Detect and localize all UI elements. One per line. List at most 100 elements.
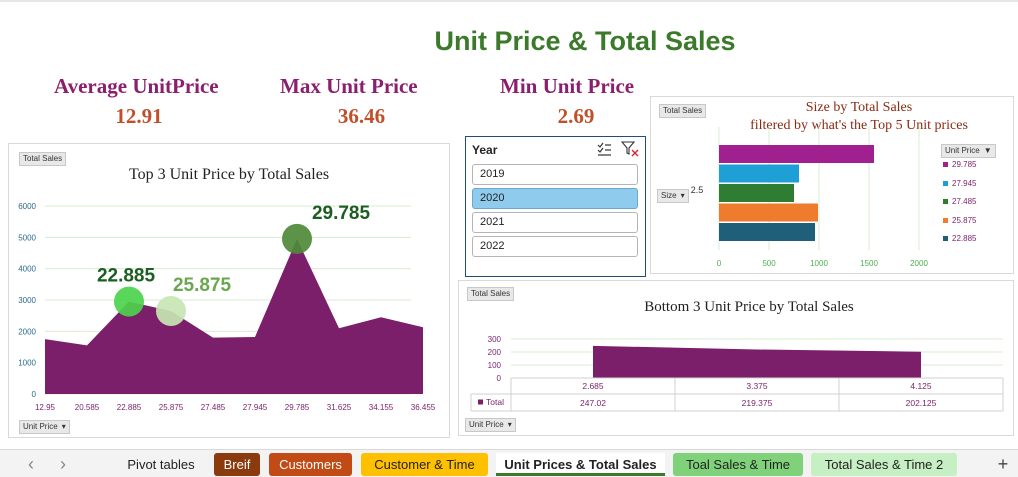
highlight-point (156, 295, 186, 326)
top3-area-series (45, 238, 423, 394)
y-tick-label: 5000 (18, 233, 36, 242)
legend-swatch (478, 399, 483, 405)
min-unit-price-value: 2.69 (557, 104, 595, 128)
avg-unit-price-label: Average UnitPrice (54, 74, 219, 98)
top-divider (0, 0, 1018, 2)
y-tick-label: 2000 (18, 327, 36, 336)
page-title: Unit Price & Total Sales (434, 26, 736, 56)
top3-area-chart: 0 1000 2000 3000 4000 5000 6000 22.885 25.875 29… (18, 202, 436, 412)
clear-filter-icon[interactable] (621, 141, 639, 157)
x-tick-label: 25.875 (159, 403, 184, 412)
legend-item: 27.485 (943, 197, 976, 206)
slicer-item-2019[interactable]: 2019 (472, 164, 638, 185)
prev-sheet-button[interactable]: ‹ (22, 453, 40, 476)
bar (719, 164, 799, 183)
unit-price-filter-label-2: Unit Price (469, 420, 504, 429)
unit-price-filter-button-2[interactable]: Unit Price ▾ (465, 418, 516, 432)
x-tick-label: 34.155 (369, 403, 394, 412)
legend-swatch (943, 162, 948, 167)
x-tick-label: 12.95 (35, 403, 56, 412)
y-tick-label: 4000 (18, 265, 36, 274)
legend-swatch (943, 236, 948, 241)
y-tick-label: 6000 (18, 202, 36, 211)
y-tick-label: 1000 (18, 359, 36, 368)
x-tick-label: 20.585 (75, 403, 100, 412)
max-unit-price-value: 36.46 (337, 104, 386, 128)
tab-customers[interactable]: Customers (269, 453, 352, 476)
slicer-item-2022[interactable]: 2022 (472, 236, 638, 257)
x-tick-label: 29.785 (285, 403, 310, 412)
highlight-point (114, 286, 144, 317)
size-chart-panel[interactable]: Total Sales Size by Total Sales filtered… (650, 96, 1014, 274)
legend-swatch (943, 199, 948, 204)
size-category-label: 2.5 (691, 185, 704, 195)
tab-total-sales-time-2[interactable]: Total Sales & Time 2 (811, 453, 957, 476)
bar (719, 184, 794, 202)
legend-label: 22.885 (952, 234, 977, 243)
legend-item: 25.875 (943, 216, 976, 225)
bar (719, 145, 874, 163)
x-tick-label: 36.455 (411, 403, 436, 412)
x-tick-label: 2.685 (582, 381, 604, 391)
x-tick-label: 27.485 (201, 403, 226, 412)
filter-dropdown-icon: ▾ (61, 422, 66, 431)
unit-price-filter-label: Unit Price (23, 422, 58, 431)
series-name: Total (486, 397, 504, 407)
next-sheet-button[interactable]: › (54, 453, 72, 476)
bottom3-area-series (593, 345, 921, 378)
highlight-point (282, 223, 312, 254)
tab-customer-time[interactable]: Customer & Time (361, 453, 488, 476)
sheet-tab-bar: ‹ › Pivot tables Breif Customers Custome… (0, 449, 1018, 477)
min-unit-price-label: Min Unit Price (500, 74, 635, 98)
avg-unit-price-value: 12.91 (115, 104, 163, 128)
data-label: 29.785 (312, 203, 371, 224)
x-tick-label: 27.945 (243, 403, 268, 412)
legend-unit-price-filter[interactable]: Unit Price ▼ (941, 144, 996, 158)
x-tick-label: 1000 (810, 259, 828, 268)
legend-item: 22.885 (943, 234, 976, 243)
x-tick-label: 500 (762, 259, 776, 268)
unit-price-filter-button[interactable]: Unit Price ▾ (19, 420, 70, 434)
slicer-header: Year (472, 143, 498, 157)
x-tick-label: 22.885 (117, 403, 142, 412)
tab-breif[interactable]: Breif (214, 453, 260, 476)
data-label: 247.02 (580, 398, 606, 408)
multi-select-icon[interactable] (596, 141, 612, 157)
legend-label: 25.875 (952, 215, 977, 225)
y-tick-label: 3000 (18, 296, 36, 305)
x-tick-label: 0 (717, 259, 722, 268)
data-label: 25.875 (173, 275, 232, 296)
legend-swatch (943, 217, 948, 223)
y-tick-label: 0 (497, 374, 502, 383)
slicer-item-2020[interactable]: 2020 (472, 188, 638, 209)
top3-chart-panel[interactable]: Total Sales Top 3 Unit Price by Total Sa… (8, 143, 450, 438)
filter-funnel-icon: ▼ (983, 146, 992, 155)
y-tick-label: 200 (488, 348, 502, 357)
x-tick-label: 31.625 (327, 403, 352, 412)
legend-label: 27.485 (952, 197, 977, 206)
bar (719, 223, 815, 241)
y-tick-label: 100 (488, 361, 502, 370)
filter-dropdown-icon: ▾ (507, 420, 512, 429)
y-tick-label: 0 (32, 390, 37, 399)
tab-pivot-tables[interactable]: Pivot tables (118, 453, 204, 476)
y-tick-label: 300 (488, 335, 502, 344)
legend-item: 29.785 (943, 160, 976, 169)
x-tick-label: 2000 (910, 259, 928, 268)
x-tick-label: 4.125 (910, 381, 932, 391)
bottom3-chart-panel[interactable]: Total Sales Bottom 3 Unit Price by Total… (458, 280, 1014, 436)
legend-swatch (943, 180, 948, 186)
legend-label: 29.785 (952, 160, 977, 169)
legend-label: 27.945 (952, 178, 977, 188)
data-label: 202.125 (906, 398, 937, 408)
legend-title: Unit Price (945, 146, 980, 155)
tab-unit-prices-total-sales[interactable]: Unit Prices & Total Sales (496, 453, 665, 476)
data-label: 219.375 (742, 398, 773, 408)
year-slicer[interactable]: Year 2019 2020 2021 2022 (465, 136, 646, 277)
bar (719, 203, 818, 222)
add-sheet-button[interactable]: + (994, 453, 1012, 476)
tab-toal-sales-time[interactable]: Toal Sales & Time (673, 453, 803, 476)
legend-item: 27.945 (943, 179, 976, 188)
slicer-item-2021[interactable]: 2021 (472, 212, 638, 233)
data-label: 22.885 (97, 266, 156, 287)
